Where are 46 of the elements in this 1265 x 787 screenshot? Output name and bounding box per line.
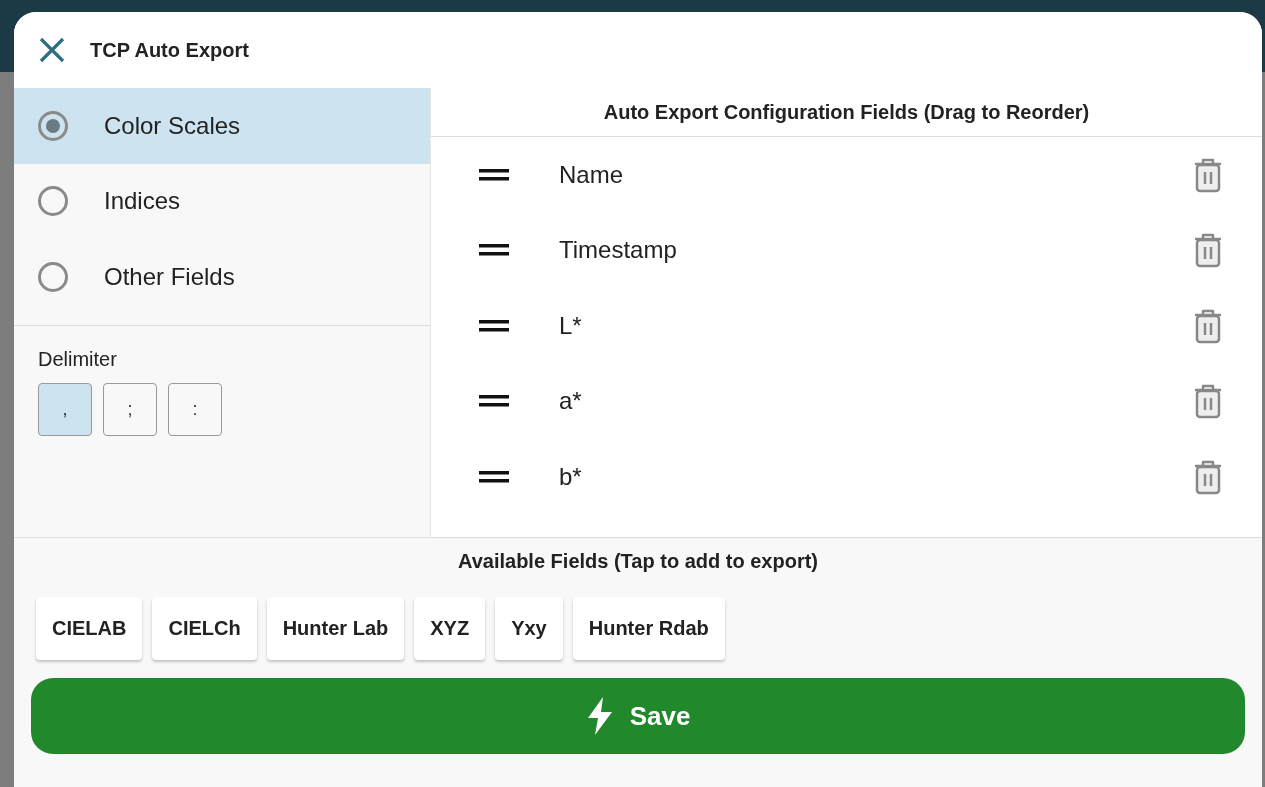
delimiter-option[interactable]: , — [38, 382, 92, 436]
trash-icon — [1192, 458, 1224, 495]
trash-icon — [1192, 307, 1224, 344]
radio-icon — [38, 261, 68, 292]
field-chip[interactable]: Yxy — [495, 597, 563, 660]
field-label: Name — [559, 160, 625, 189]
lightning-icon — [585, 697, 614, 735]
trash-icon — [1192, 156, 1224, 193]
section-title: Auto Export Configuration Fields (Drag to Reorder) — [431, 88, 1262, 137]
drag-handle-icon[interactable] — [479, 319, 509, 332]
save-button[interactable]: Save — [31, 678, 1245, 754]
category-label: Indices — [104, 187, 181, 216]
dialog-title: TCP Auto Export — [90, 38, 249, 62]
field-label: L* — [559, 311, 583, 340]
close-icon — [38, 36, 66, 64]
section-title: Available Fields (Tap to add to export) — [456, 550, 819, 573]
delimiter-label: Delimiter — [38, 347, 118, 371]
category-option[interactable]: Color Scales — [14, 88, 430, 164]
field-chip[interactable]: CIELCh — [152, 597, 257, 660]
drag-handle-icon[interactable] — [479, 244, 509, 257]
delete-button[interactable] — [1192, 307, 1224, 344]
category-option[interactable]: Other Fields — [14, 239, 430, 315]
drag-handle-icon[interactable] — [479, 168, 509, 181]
radio-icon — [38, 110, 68, 141]
delete-button[interactable] — [1192, 232, 1224, 269]
field-chip[interactable]: CIELAB — [36, 597, 143, 660]
trash-icon — [1192, 232, 1224, 269]
field-chip[interactable]: XYZ — [414, 597, 486, 660]
delimiter-option[interactable]: : — [168, 382, 222, 436]
delete-button[interactable] — [1192, 156, 1224, 193]
delete-button[interactable] — [1192, 458, 1224, 495]
category-label: Other Fields — [104, 262, 235, 291]
category-option[interactable]: Indices — [14, 163, 430, 239]
delimiter-option[interactable]: ; — [103, 382, 157, 436]
field-label: Timestamp — [559, 236, 678, 265]
field-chip[interactable]: Hunter Lab — [266, 597, 405, 660]
delete-button[interactable] — [1192, 383, 1224, 420]
drag-handle-icon[interactable] — [479, 470, 509, 483]
field-label: b* — [559, 462, 583, 491]
radio-icon — [38, 186, 68, 217]
trash-icon — [1192, 383, 1224, 420]
field-chip[interactable]: Hunter Rdab — [572, 597, 725, 660]
field-label: a* — [559, 387, 583, 416]
close-button[interactable] — [38, 36, 66, 64]
category-label: Color Scales — [104, 111, 241, 140]
drag-handle-icon[interactable] — [479, 395, 509, 408]
